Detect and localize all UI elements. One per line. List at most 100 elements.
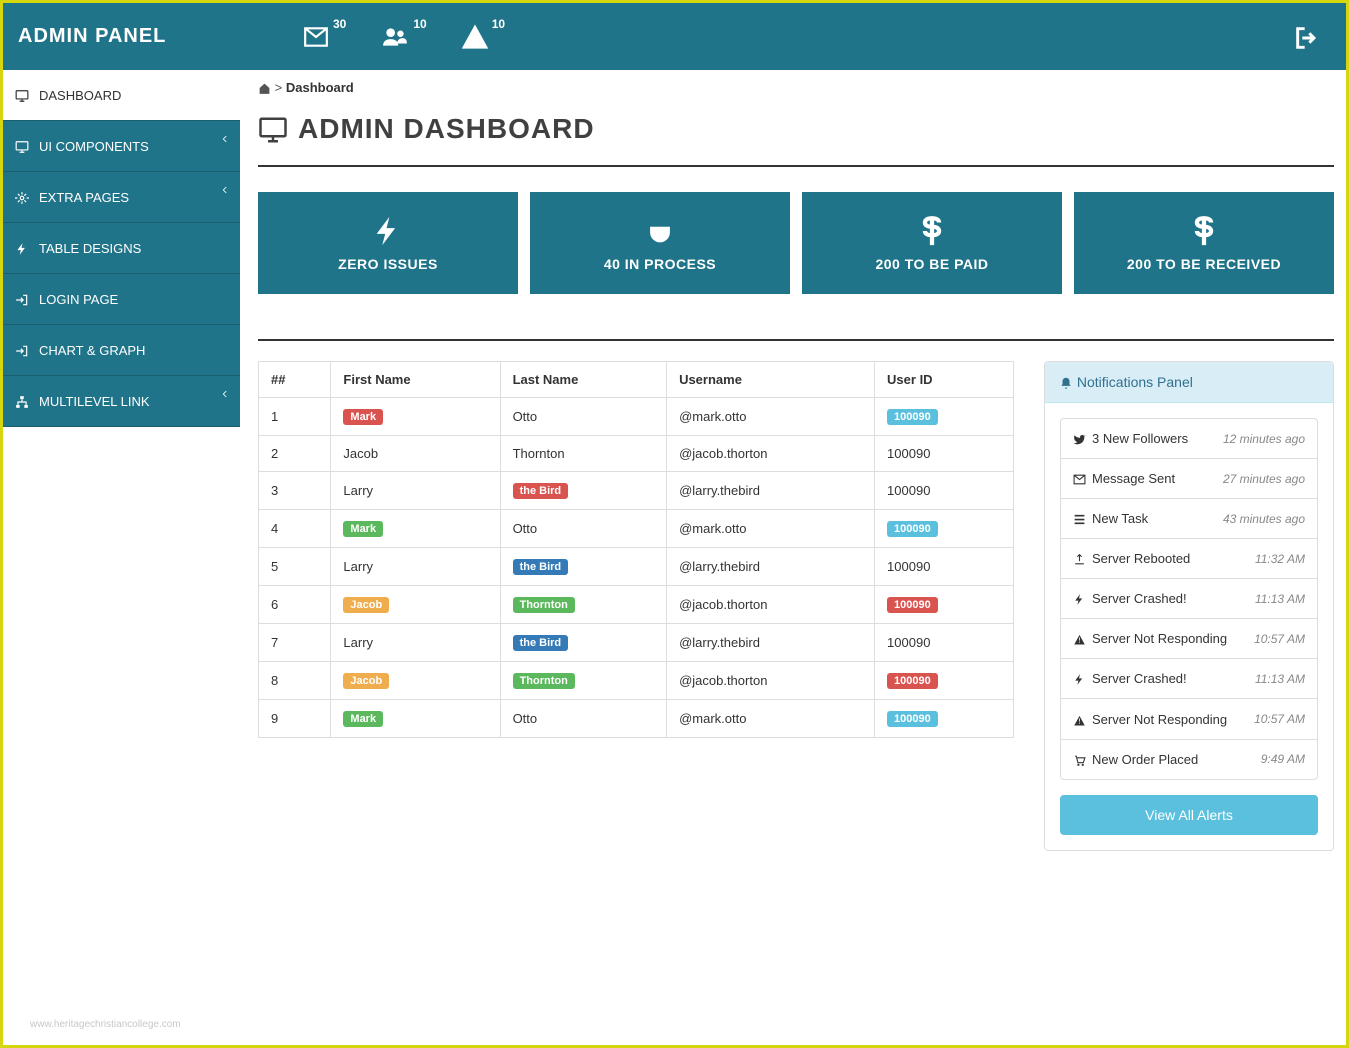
badge: Jacob	[343, 597, 389, 613]
sidebar-item-chart-graph[interactable]: CHART & GRAPH	[3, 325, 240, 376]
cell-username: @larry.thebird	[667, 471, 875, 509]
badge: Jacob	[343, 673, 389, 689]
cell-userid: 100090	[875, 585, 1014, 623]
sidebar-item-multilevel-link[interactable]: MULTILEVEL LINK	[3, 376, 240, 427]
cell-lastname: Otto	[500, 509, 667, 547]
cell-index: 5	[259, 547, 331, 585]
notifications-panel: Notifications Panel 3 New Followers 12 mi…	[1044, 361, 1334, 851]
table-row: 8JacobThornton@jacob.thorton100090	[259, 661, 1014, 699]
stat-card[interactable]: 200 TO BE RECEIVED	[1074, 192, 1334, 294]
tasks-icon	[1073, 511, 1086, 526]
notification-time: 12 minutes ago	[1223, 432, 1305, 446]
users-link[interactable]: 10	[381, 23, 426, 51]
sidebar-item-label: EXTRA PAGES	[39, 190, 129, 205]
notification-item[interactable]: Message Sent 27 minutes ago	[1061, 459, 1317, 499]
table-header: Username	[667, 361, 875, 397]
notification-text: New Order Placed	[1092, 752, 1198, 767]
home-icon[interactable]	[258, 80, 271, 95]
cell-firstname: Jacob	[331, 435, 500, 471]
sidebar-item-label: TABLE DESIGNS	[39, 241, 141, 256]
brand[interactable]: ADMIN PANEL	[3, 25, 243, 48]
sidebar-item-login-page[interactable]: LOGIN PAGE	[3, 274, 240, 325]
separator	[258, 339, 1334, 341]
chevron-left-icon	[220, 131, 230, 145]
cell-firstname: Larry	[331, 623, 500, 661]
cell-username: @mark.otto	[667, 699, 875, 737]
alerts-link[interactable]: 10	[462, 23, 505, 51]
table-header: Last Name	[500, 361, 667, 397]
sidebar-item-table-designs[interactable]: TABLE DESIGNS	[3, 223, 240, 274]
cell-username: @mark.otto	[667, 397, 875, 435]
badge: the Bird	[513, 559, 569, 575]
mail-link[interactable]: 30	[303, 23, 346, 51]
stat-cards: ZERO ISSUES 40 IN PROCESS 200 TO BE PAID20…	[258, 192, 1334, 294]
cell-firstname: Mark	[331, 699, 500, 737]
notifications-header: Notifications Panel	[1045, 362, 1333, 403]
cell-username: @jacob.thorton	[667, 435, 875, 471]
cell-userid: 100090	[875, 547, 1014, 585]
notification-item[interactable]: Server Not Responding10:57 AM	[1061, 619, 1317, 659]
cell-userid: 100090	[875, 699, 1014, 737]
cell-username: @larry.thebird	[667, 623, 875, 661]
badge: 100090	[887, 711, 938, 727]
stat-card[interactable]: 40 IN PROCESS	[530, 192, 790, 294]
table-row: 6JacobThornton@jacob.thorton100090	[259, 585, 1014, 623]
sidebar-item-ui-components[interactable]: UI COMPONENTS	[3, 121, 240, 172]
cell-lastname: the Bird	[500, 623, 667, 661]
notification-time: 9:49 AM	[1261, 752, 1305, 766]
table-row: 5Larrythe Bird@larry.thebird100090	[259, 547, 1014, 585]
cell-firstname: Larry	[331, 471, 500, 509]
cell-lastname: Thornton	[500, 585, 667, 623]
cell-lastname: Otto	[500, 699, 667, 737]
stat-card[interactable]: ZERO ISSUES	[258, 192, 518, 294]
cell-username: @jacob.thorton	[667, 585, 875, 623]
sidebar-item-dashboard[interactable]: DASHBOARD	[3, 70, 240, 121]
stat-text: 40 IN PROCESS	[604, 256, 716, 272]
cell-userid: 100090	[875, 471, 1014, 509]
dollar-icon	[1084, 210, 1324, 248]
plug-icon	[540, 210, 780, 248]
cell-index: 9	[259, 699, 331, 737]
notification-text: Message Sent	[1092, 471, 1175, 486]
desktop-icon	[15, 138, 35, 154]
bell-icon	[1059, 374, 1073, 390]
cell-lastname: Otto	[500, 397, 667, 435]
cell-firstname: Mark	[331, 509, 500, 547]
view-all-alerts-button[interactable]: View All Alerts	[1060, 795, 1318, 835]
badge: Mark	[343, 711, 383, 727]
notification-item[interactable]: Server Crashed!11:13 AM	[1061, 659, 1317, 699]
notification-item[interactable]: New Order Placed 9:49 AM	[1061, 740, 1317, 779]
stat-card[interactable]: 200 TO BE PAID	[802, 192, 1062, 294]
notification-text: 3 New Followers	[1092, 431, 1188, 446]
notification-item[interactable]: Server Rebooted11:32 AM	[1061, 539, 1317, 579]
badge: the Bird	[513, 635, 569, 651]
sidebar-item-label: CHART & GRAPH	[39, 343, 145, 358]
envelope-icon	[1073, 471, 1086, 486]
breadcrumb-current: Dashboard	[286, 80, 354, 95]
warning-icon	[1073, 711, 1086, 726]
quick-links: 30 10 10	[303, 23, 505, 51]
users-count: 10	[413, 17, 426, 31]
cell-firstname: Jacob	[331, 585, 500, 623]
cell-index: 4	[259, 509, 331, 547]
table-wrap: ##First NameLast NameUsernameUser ID 1Ma…	[258, 361, 1014, 738]
notification-time: 27 minutes ago	[1223, 472, 1305, 486]
sidebar: DASHBOARDUI COMPONENTS EXTRA PAGES TABLE D…	[3, 70, 240, 427]
notification-item[interactable]: New Task43 minutes ago	[1061, 499, 1317, 539]
table-row: 2JacobThornton@jacob.thorton100090	[259, 435, 1014, 471]
sidebar-item-label: MULTILEVEL LINK	[39, 394, 150, 409]
sidebar-item-extra-pages[interactable]: EXTRA PAGES	[3, 172, 240, 223]
notification-item[interactable]: Server Crashed!11:13 AM	[1061, 579, 1317, 619]
cell-userid: 100090	[875, 509, 1014, 547]
notification-text: New Task	[1092, 511, 1148, 526]
logout-button[interactable]	[1293, 21, 1321, 52]
notification-item[interactable]: 3 New Followers 12 minutes ago	[1061, 419, 1317, 459]
bolt-icon	[1073, 591, 1086, 606]
signin-icon	[15, 291, 35, 307]
cell-lastname: Thornton	[500, 435, 667, 471]
cell-index: 7	[259, 623, 331, 661]
notifications-list: 3 New Followers 12 minutes ago Message Sen…	[1060, 418, 1318, 780]
cell-userid: 100090	[875, 435, 1014, 471]
notification-time: 10:57 AM	[1254, 632, 1305, 646]
notification-item[interactable]: Server Not Responding10:57 AM	[1061, 699, 1317, 739]
